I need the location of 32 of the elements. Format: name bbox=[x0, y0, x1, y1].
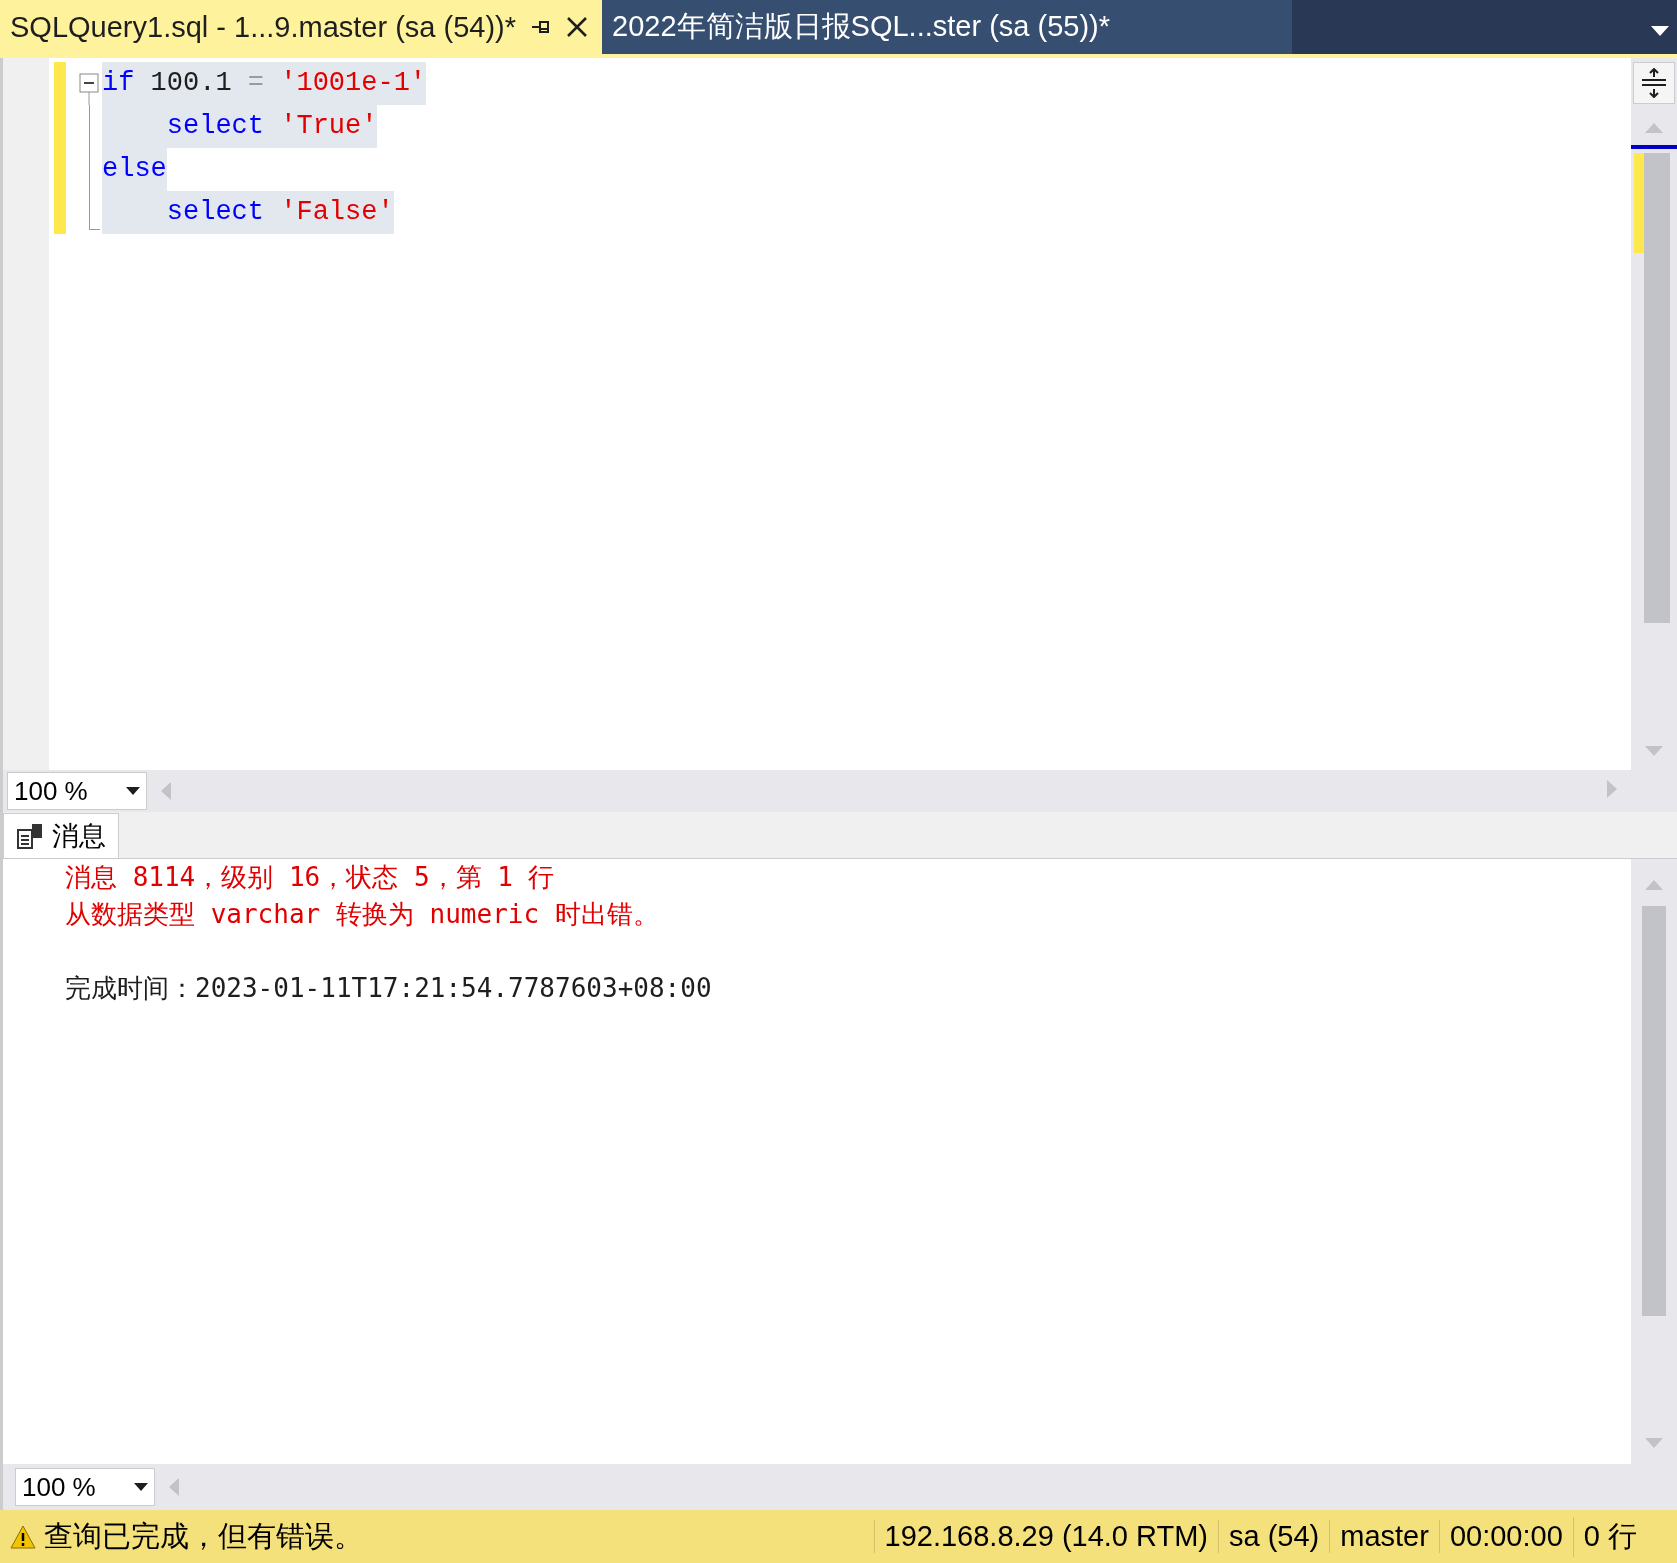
tab-list-caret-icon[interactable] bbox=[1651, 26, 1669, 36]
close-icon[interactable] bbox=[566, 16, 589, 38]
scroll-left-icon[interactable] bbox=[161, 782, 171, 800]
status-message: 查询已完成，但有错误。 bbox=[44, 1518, 364, 1554]
zoom-dropdown[interactable]: 100 % bbox=[7, 772, 147, 810]
message-line: 完成时间：2023-01-11T17:21:54.7787603+08:00 bbox=[65, 972, 713, 1005]
split-icon bbox=[1641, 68, 1667, 98]
status-panel: 0 行 bbox=[1572, 1516, 1647, 1557]
messages-icon bbox=[16, 822, 44, 850]
status-panel: sa (54) bbox=[1218, 1520, 1330, 1553]
warning-icon bbox=[10, 1524, 36, 1549]
scroll-down-icon[interactable] bbox=[1645, 1438, 1663, 1448]
scroll-left-icon[interactable] bbox=[169, 1478, 179, 1496]
scrollbar-thumb[interactable] bbox=[1644, 153, 1670, 623]
message-line: 从数据类型 varchar 转换为 numeric 时出错。 bbox=[65, 898, 660, 931]
scrollbar-thumb[interactable] bbox=[1642, 906, 1666, 1316]
fold-end-line bbox=[88, 191, 100, 230]
zoom-dropdown[interactable]: 100 % bbox=[15, 1468, 155, 1506]
dropdown-caret-icon bbox=[126, 787, 140, 795]
scroll-up-icon[interactable] bbox=[1645, 123, 1663, 133]
dropdown-caret-icon bbox=[134, 1483, 148, 1491]
scroll-right-icon[interactable] bbox=[1607, 780, 1617, 798]
status-panel: 00:00:00 bbox=[1438, 1520, 1573, 1553]
document-tab[interactable]: 2022年简洁版日报SQL...ster (sa (55))* bbox=[602, 0, 1293, 54]
document-tab[interactable]: SQLQuery1.sql - 1...9.master (sa (54))* bbox=[0, 0, 603, 54]
scroll-up-icon[interactable] bbox=[1645, 880, 1663, 890]
messages-tab[interactable]: 消息 bbox=[3, 813, 119, 858]
status-panel: master bbox=[1329, 1520, 1439, 1553]
scroll-down-icon[interactable] bbox=[1645, 746, 1663, 756]
status-panel: 192.168.8.29 (14.0 RTM) bbox=[873, 1520, 1218, 1553]
message-line: 消息 8114，级别 16，状态 5，第 1 行 bbox=[65, 861, 556, 894]
split-button[interactable] bbox=[1633, 62, 1675, 104]
